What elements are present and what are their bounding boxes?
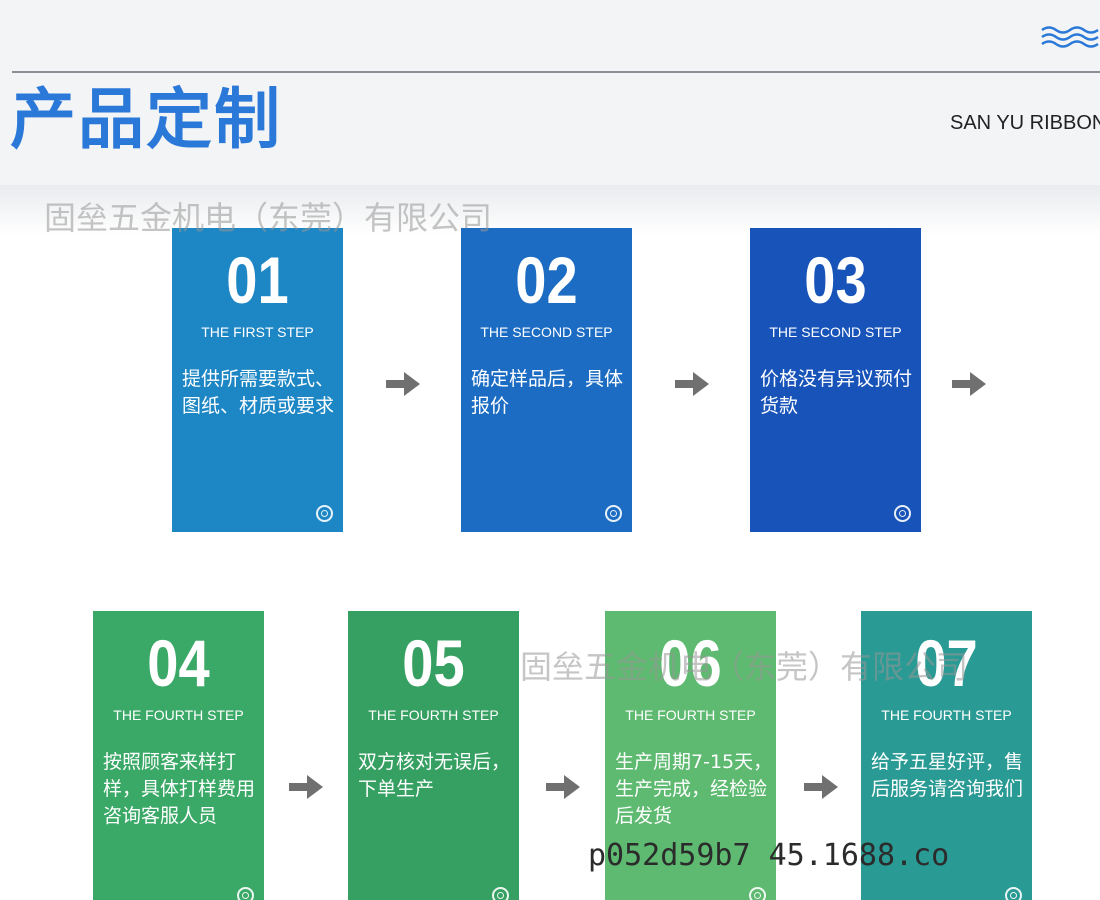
arrow-right-icon	[386, 372, 420, 396]
step-card-02: 02 THE SECOND STEP 确定样品后，具体报价	[461, 228, 632, 532]
step-description: 给予五星好评，售后服务请咨询我们	[871, 751, 1024, 800]
step-card-05: 05 THE FOURTH STEP 双方核对无误后，下单生产	[348, 611, 519, 900]
step-label: THE FOURTH STEP	[625, 707, 756, 723]
target-ring-icon	[749, 887, 766, 900]
watermark-url: p052d59b7 45.1688.co	[588, 838, 950, 873]
step-description: 提供所需要款式、图纸、材质或要求	[182, 368, 335, 417]
arrow-right-icon	[546, 775, 580, 799]
step-label: THE FOURTH STEP	[881, 707, 1012, 723]
arrow-right-icon	[289, 775, 323, 799]
target-ring-icon	[492, 887, 509, 900]
wave-lines-icon	[1041, 26, 1099, 48]
step-card-03: 03 THE SECOND STEP 价格没有异议预付货款	[750, 228, 921, 532]
target-ring-icon	[605, 505, 622, 522]
step-number: 02	[515, 243, 578, 317]
step-label: THE SECOND STEP	[480, 324, 613, 340]
header-divider	[12, 71, 1100, 73]
step-number: 03	[804, 243, 867, 317]
arrow-right-icon	[952, 372, 986, 396]
step-description: 按照顾客来样打样，具体打样费用咨询客服人员	[103, 751, 256, 827]
arrow-right-icon	[804, 775, 838, 799]
brand-name: SAN YU RIBBON	[950, 112, 1100, 134]
target-ring-icon	[237, 887, 254, 900]
step-label: THE FOURTH STEP	[368, 707, 499, 723]
step-label: THE FOURTH STEP	[113, 707, 244, 723]
step-label: THE FIRST STEP	[201, 324, 314, 340]
watermark-top: 固垒五金机电（东莞）有限公司	[44, 199, 493, 237]
step-description: 双方核对无误后，下单生产	[358, 751, 511, 800]
step-description: 确定样品后，具体报价	[471, 368, 624, 417]
step-description: 价格没有异议预付货款	[760, 368, 913, 417]
step-label: THE SECOND STEP	[769, 324, 902, 340]
step-description: 生产周期7-15天，生产完成，经检验后发货	[615, 751, 773, 827]
page-title: 产品定制	[10, 81, 282, 158]
target-ring-icon	[894, 505, 911, 522]
step-card-04: 04 THE FOURTH STEP 按照顾客来样打样，具体打样费用咨询客服人员	[93, 611, 264, 900]
target-ring-icon	[316, 505, 333, 522]
step-number: 04	[147, 626, 210, 700]
target-ring-icon	[1005, 887, 1022, 900]
arrow-right-icon	[675, 372, 709, 396]
step-card-01: 01 THE FIRST STEP 提供所需要款式、图纸、材质或要求	[172, 228, 343, 532]
watermark-middle: 固垒五金机电（东莞）有限公司	[520, 648, 969, 686]
step-number: 01	[226, 243, 289, 317]
step-number: 05	[402, 626, 465, 700]
